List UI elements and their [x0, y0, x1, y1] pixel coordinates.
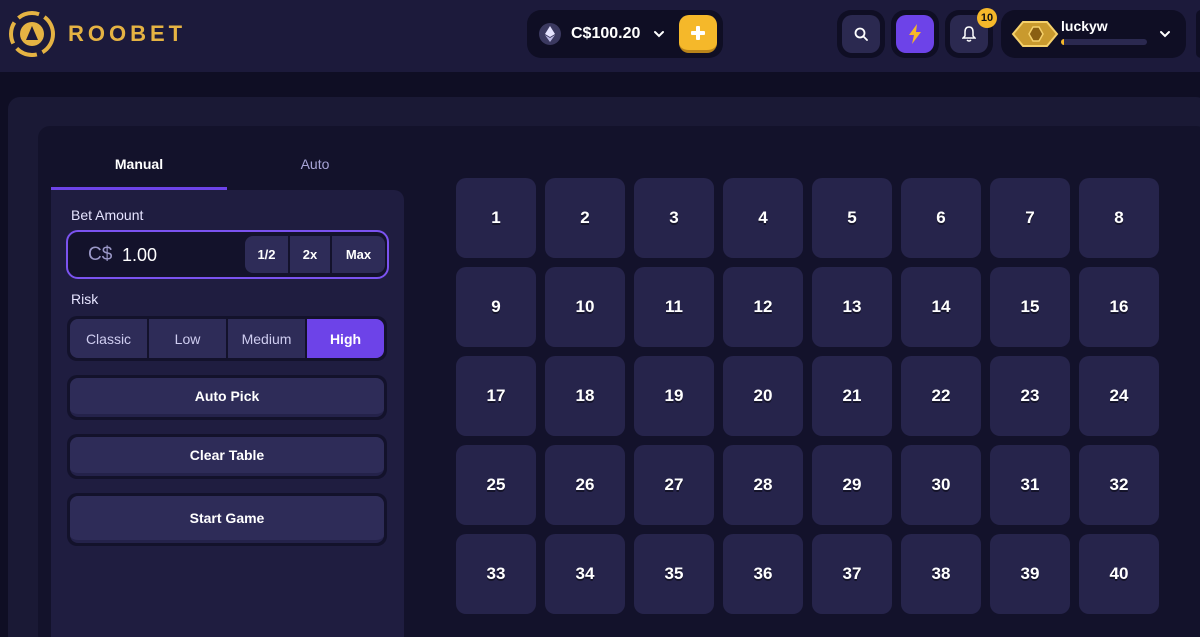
- rank-badge-icon: [1011, 21, 1059, 47]
- number-tile[interactable]: 32: [1079, 445, 1159, 525]
- number-tile[interactable]: 35: [634, 534, 714, 614]
- number-tile[interactable]: 22: [901, 356, 981, 436]
- search-button[interactable]: [837, 10, 885, 58]
- clear-table-wrapper: Clear Table: [67, 434, 387, 479]
- number-tile[interactable]: 27: [634, 445, 714, 525]
- double-bet-button[interactable]: 2x: [290, 236, 330, 273]
- number-grid: 1 2 3 4 5 6 7 8 9 10 11 12 13 14 15 16 17 18 19 20 21 22 23 24 2…: [456, 178, 1160, 615]
- number-tile[interactable]: 28: [723, 445, 803, 525]
- number-tile[interactable]: 29: [812, 445, 892, 525]
- start-game-wrapper: Start Game: [67, 493, 387, 546]
- tab-manual[interactable]: Manual: [51, 148, 227, 190]
- number-tile[interactable]: 25: [456, 445, 536, 525]
- number-tile[interactable]: 21: [812, 356, 892, 436]
- number-tile[interactable]: 17: [456, 356, 536, 436]
- brand-name: ROOBET: [68, 21, 187, 46]
- mode-tabs: Manual Auto: [51, 148, 404, 190]
- username: luckyw: [1061, 18, 1108, 34]
- number-tile[interactable]: 33: [456, 534, 536, 614]
- auto-pick-wrapper: Auto Pick: [67, 375, 387, 420]
- tab-auto[interactable]: Auto: [227, 148, 403, 190]
- clear-table-button[interactable]: Clear Table: [70, 437, 384, 476]
- boost-button[interactable]: [891, 10, 939, 58]
- half-bet-button[interactable]: 1/2: [245, 236, 288, 273]
- ethereum-icon: [539, 23, 561, 45]
- number-tile[interactable]: 19: [634, 356, 714, 436]
- risk-low-button[interactable]: Low: [149, 319, 226, 358]
- chevron-down-icon: [1160, 31, 1170, 38]
- notifications-button[interactable]: 10: [945, 8, 997, 58]
- number-tile[interactable]: 20: [723, 356, 803, 436]
- plus-icon: [691, 25, 705, 40]
- number-tile[interactable]: 15: [990, 267, 1070, 347]
- number-tile[interactable]: 6: [901, 178, 981, 258]
- number-tile[interactable]: 36: [723, 534, 803, 614]
- bet-currency: C$: [88, 244, 113, 265]
- number-tile[interactable]: 7: [990, 178, 1070, 258]
- wallet-balance: C$100.20: [571, 25, 641, 42]
- number-tile[interactable]: 3: [634, 178, 714, 258]
- number-tile[interactable]: 30: [901, 445, 981, 525]
- number-tile[interactable]: 2: [545, 178, 625, 258]
- chevron-down-icon: [654, 31, 665, 38]
- number-tile[interactable]: 8: [1079, 178, 1159, 258]
- number-tile[interactable]: 12: [723, 267, 803, 347]
- number-tile[interactable]: 16: [1079, 267, 1159, 347]
- number-tile[interactable]: 10: [545, 267, 625, 347]
- number-tile[interactable]: 18: [545, 356, 625, 436]
- wallet-selector[interactable]: C$100.20: [527, 10, 723, 58]
- deposit-button[interactable]: [679, 15, 717, 53]
- max-bet-button[interactable]: Max: [332, 236, 385, 273]
- number-tile[interactable]: 14: [901, 267, 981, 347]
- number-tile[interactable]: 11: [634, 267, 714, 347]
- lightning-icon: [909, 24, 921, 44]
- number-tile[interactable]: 40: [1079, 534, 1159, 614]
- number-tile[interactable]: 5: [812, 178, 892, 258]
- risk-medium-button[interactable]: Medium: [228, 319, 305, 358]
- number-tile[interactable]: 39: [990, 534, 1070, 614]
- xp-progress-bar: [1061, 39, 1147, 45]
- bet-amount-input[interactable]: C$ 1.00 1/2 2x Max: [66, 230, 389, 279]
- top-header: ROOBET C$100.20 10 luckyw: [0, 0, 1200, 72]
- risk-high-button[interactable]: High: [307, 319, 384, 358]
- bell-icon: [962, 26, 976, 42]
- number-tile[interactable]: 4: [723, 178, 803, 258]
- bet-amount-value: 1.00: [122, 245, 158, 265]
- risk-selector: Classic Low Medium High: [67, 316, 387, 361]
- menu-button[interactable]: [1196, 10, 1200, 58]
- start-game-button[interactable]: Start Game: [70, 496, 384, 543]
- user-menu[interactable]: luckyw: [1001, 10, 1186, 58]
- number-tile[interactable]: 23: [990, 356, 1070, 436]
- number-tile[interactable]: 24: [1079, 356, 1159, 436]
- number-tile[interactable]: 9: [456, 267, 536, 347]
- number-tile[interactable]: 34: [545, 534, 625, 614]
- number-tile[interactable]: 26: [545, 445, 625, 525]
- roobet-logo[interactable]: ROOBET: [8, 10, 186, 58]
- risk-classic-button[interactable]: Classic: [70, 319, 147, 358]
- number-tile[interactable]: 38: [901, 534, 981, 614]
- kangaroo-logo-icon: [9, 11, 55, 57]
- bet-modifiers: 1/2 2x Max: [245, 236, 385, 273]
- bet-amount-label: Bet Amount: [71, 207, 144, 223]
- number-tile[interactable]: 1: [456, 178, 536, 258]
- risk-label: Risk: [71, 291, 99, 307]
- search-icon: [854, 27, 868, 41]
- notification-count-badge: 10: [977, 8, 997, 28]
- auto-pick-button[interactable]: Auto Pick: [70, 378, 384, 417]
- number-tile[interactable]: 37: [812, 534, 892, 614]
- number-tile[interactable]: 31: [990, 445, 1070, 525]
- number-tile[interactable]: 13: [812, 267, 892, 347]
